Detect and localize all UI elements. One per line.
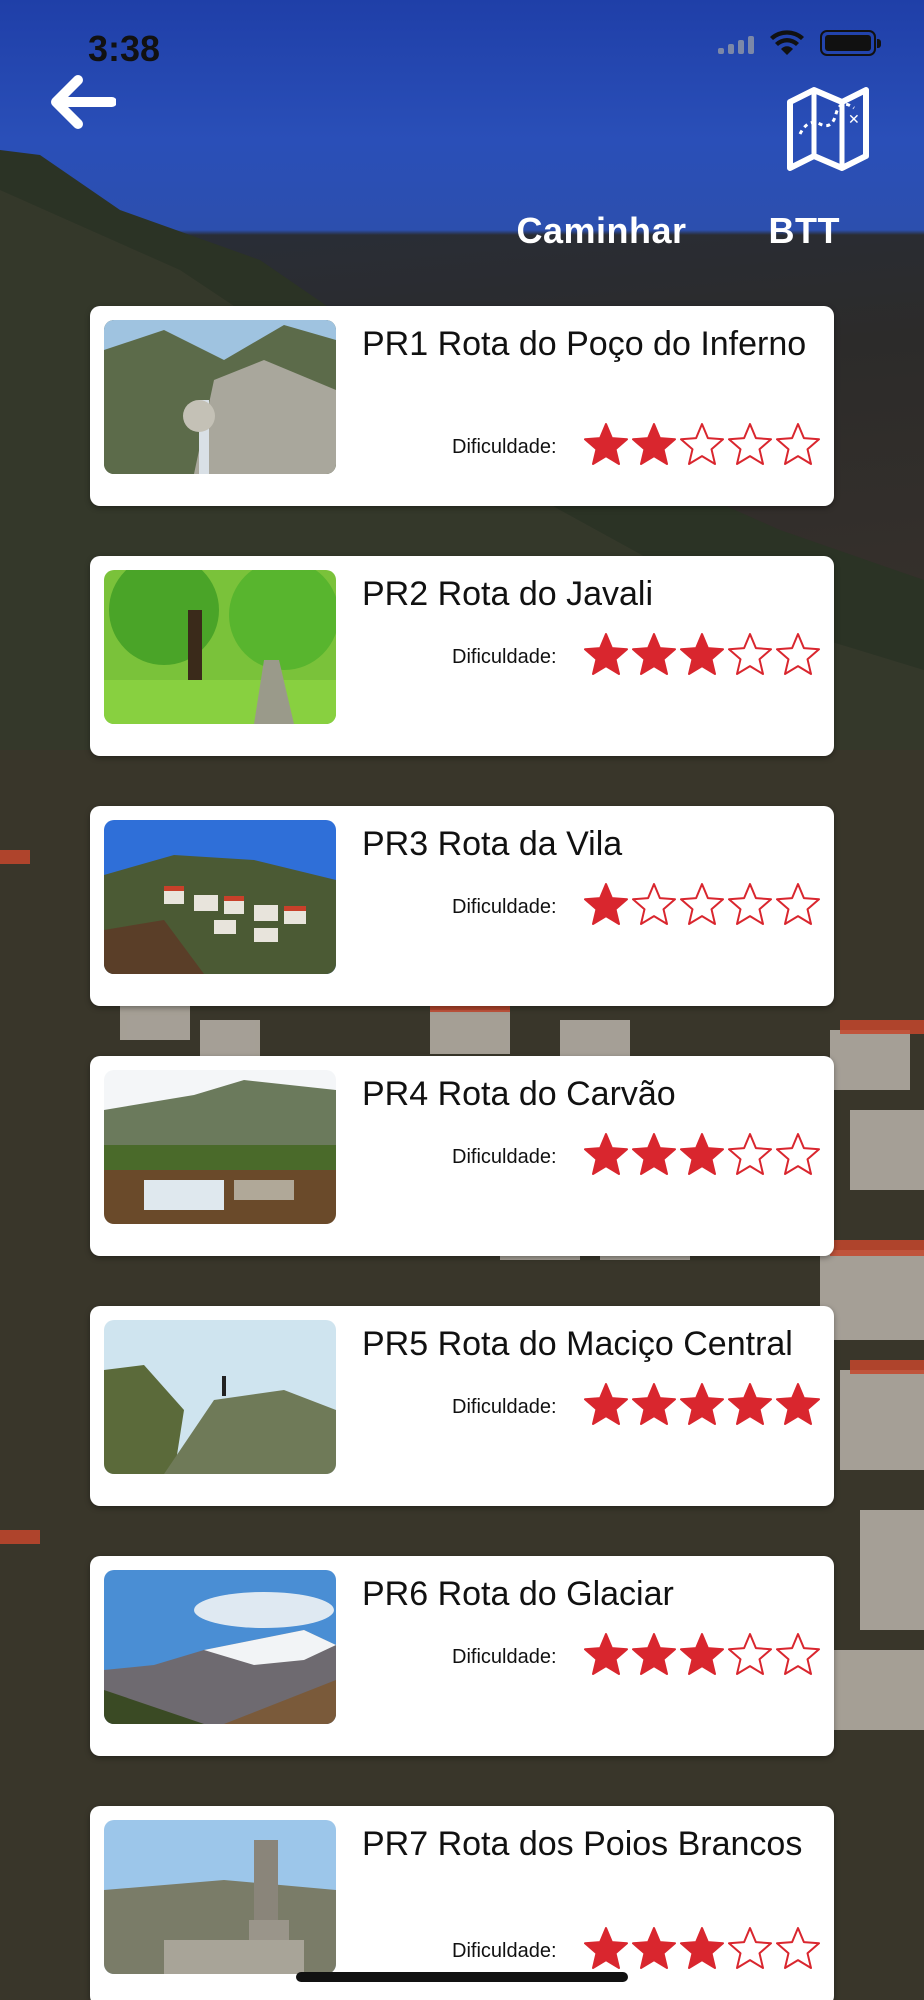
star-outline-icon [776,633,820,675]
star-filled-icon [584,1633,628,1675]
route-title: PR4 Rota do Carvão [362,1075,676,1113]
star-filled-icon [632,1633,676,1675]
star-outline-icon [776,423,820,465]
status-icons [718,30,881,56]
star-filled-icon [632,423,676,465]
cellular-signal-icon [718,32,754,54]
route-thumbnail [104,1570,336,1724]
star-filled-icon [680,1133,724,1175]
difficulty-label: Dificuldade: [452,646,557,668]
home-indicator[interactable] [296,1972,628,1982]
star-outline-icon [728,1633,772,1675]
status-bar: 3:38 [0,0,924,90]
route-title: PR2 Rota do Javali [362,575,654,613]
star-filled-icon [584,633,628,675]
star-outline-icon [776,883,820,925]
star-outline-icon [776,1133,820,1175]
difficulty-label: Dificuldade: [452,1940,557,1962]
route-card-pr4[interactable]: PR4 Rota do Carvão Dificuldade: [90,1056,834,1256]
route-title: PR3 Rota da Vila [362,825,623,863]
star-filled-icon [680,1383,724,1425]
star-filled-icon [584,1133,628,1175]
star-filled-icon [776,1383,820,1425]
status-time: 3:38 [88,28,161,69]
route-thumbnail [104,1320,336,1474]
screen: 3:38 ✕ Caminhar BTT PR1 Rota do Poço do … [0,0,924,2000]
route-card-pr2[interactable]: PR2 Rota do Javali Dificuldade: [90,556,834,756]
route-thumbnail [104,570,336,724]
difficulty-rating [584,1632,820,1676]
route-thumbnail [104,320,336,474]
star-filled-icon [584,883,628,925]
star-outline-icon [680,883,724,925]
battery-icon [820,30,881,56]
route-card-pr6[interactable]: PR6 Rota do Glaciar Dificuldade: [90,1556,834,1756]
star-filled-icon [632,1133,676,1175]
route-card-pr7[interactable]: PR7 Rota dos Poios Brancos Dificuldade: [90,1806,834,2000]
difficulty-rating [584,632,820,676]
difficulty-label: Dificuldade: [452,1646,557,1668]
route-thumbnail [104,820,336,974]
wifi-icon [770,30,804,55]
route-card-pr1[interactable]: PR1 Rota do Poço do Inferno Dificuldade: [90,306,834,506]
star-filled-icon [632,633,676,675]
difficulty-rating [584,1382,820,1426]
star-outline-icon [728,633,772,675]
route-thumbnail [104,1820,336,1974]
star-filled-icon [584,1927,628,1969]
star-filled-icon [680,633,724,675]
route-title: PR7 Rota dos Poios Brancos [362,1825,803,1863]
activity-tabs: Caminhar BTT [516,210,840,252]
difficulty-label: Dificuldade: [452,436,557,458]
difficulty-rating [584,422,820,466]
route-title: PR6 Rota do Glaciar [362,1575,674,1613]
tab-caminhar[interactable]: Caminhar [516,210,686,252]
difficulty-label: Dificuldade: [452,1146,557,1168]
folded-map-icon[interactable]: ✕ [784,84,872,174]
route-card-pr3[interactable]: PR3 Rota da Vila Dificuldade: [90,806,834,1006]
route-title: PR5 Rota do Maciço Central [362,1325,793,1363]
difficulty-rating [584,882,820,926]
star-filled-icon [680,1633,724,1675]
star-outline-icon [680,423,724,465]
difficulty-rating [584,1132,820,1176]
star-filled-icon [632,1927,676,1969]
star-filled-icon [632,1383,676,1425]
star-filled-icon [728,1383,772,1425]
difficulty-rating [584,1926,820,1970]
route-card-pr5[interactable]: PR5 Rota do Maciço Central Dificuldade: [90,1306,834,1506]
star-outline-icon [728,883,772,925]
star-outline-icon [728,1133,772,1175]
difficulty-label: Dificuldade: [452,1396,557,1418]
star-outline-icon [632,883,676,925]
route-thumbnail [104,1070,336,1224]
back-arrow-icon[interactable] [46,72,116,132]
star-outline-icon [776,1633,820,1675]
star-filled-icon [584,423,628,465]
difficulty-label: Dificuldade: [452,896,557,918]
star-filled-icon [680,1927,724,1969]
star-outline-icon [776,1927,820,1969]
tab-btt[interactable]: BTT [769,210,840,252]
svg-text:✕: ✕ [848,112,860,128]
star-filled-icon [584,1383,628,1425]
route-title: PR1 Rota do Poço do Inferno [362,325,807,363]
star-outline-icon [728,1927,772,1969]
star-outline-icon [728,423,772,465]
